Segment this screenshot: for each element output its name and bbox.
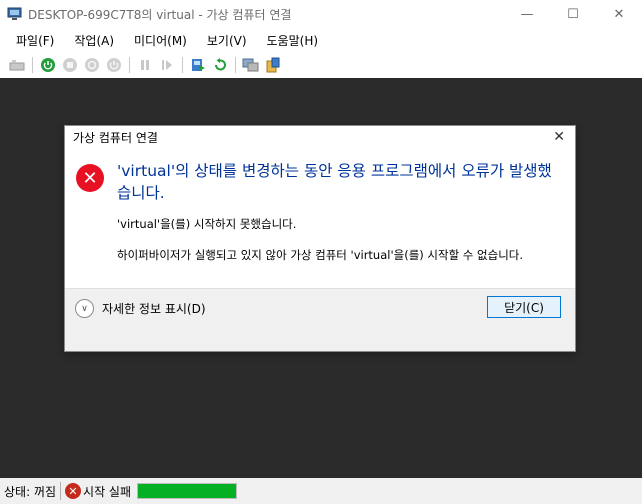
enhanced-session-icon[interactable] [242,56,260,74]
save-icon[interactable] [105,56,123,74]
error-detail: 하이퍼바이저가 실행되고 있지 않아 가상 컴퓨터 'virtual'을(를) … [117,248,524,262]
pause-icon[interactable] [136,56,154,74]
shut-down-icon[interactable] [83,56,101,74]
dialog-footer: ∨ 자세한 정보 표시(D) 닫기(C) [65,288,575,351]
menu-file[interactable]: 파일(F) [6,32,64,49]
show-details-label: 자세한 정보 표시(D) [102,302,206,316]
status-bar: 상태: 꺼짐 ✕ 시작 실패 [0,478,642,504]
vm-state: 상태: 꺼짐 [4,484,57,499]
dialog-close-icon[interactable]: ✕ [553,129,565,145]
share-icon[interactable] [264,56,282,74]
toolbar-separator [129,57,130,73]
close-button[interactable]: 닫기(C) [487,296,561,318]
turn-off-icon[interactable] [61,56,79,74]
maximize-button[interactable]: ☐ [550,0,596,28]
toolbar-separator [32,57,33,73]
title-bar: DESKTOP-699C7T8의 virtual - 가상 컴퓨터 연결 — ☐… [0,0,642,28]
dialog-title: 가상 컴퓨터 연결 [73,130,158,145]
error-icon: ✕ [76,164,104,192]
error-message: 'virtual'을(를) 시작하지 못했습니다. [117,217,297,231]
main-instruction: 'virtual'의 상태를 변경하는 동안 응용 프로그램에서 오류가 발생했… [117,162,552,202]
reset-icon[interactable] [158,56,176,74]
window-title: DESKTOP-699C7T8의 virtual - 가상 컴퓨터 연결 [28,7,292,22]
menu-media[interactable]: 미디어(M) [124,32,197,49]
menu-view[interactable]: 보기(V) [197,32,257,49]
chevron-down-icon: ∨ [75,299,94,318]
status-separator [60,482,62,500]
menu-action[interactable]: 작업(A) [64,32,124,49]
revert-icon[interactable] [211,56,229,74]
menu-help[interactable]: 도움말(H) [257,32,329,49]
maximize-icon: ☐ [567,6,579,22]
close-window-button[interactable]: ✕ [596,0,642,28]
error-icon: ✕ [65,483,82,499]
menu-bar: 파일(F) 작업(A) 미디어(M) 보기(V) 도움말(H) [0,28,642,52]
minimize-icon: — [520,6,534,22]
progress-bar [137,483,238,499]
close-icon: ✕ [613,6,625,22]
toolbar-separator [235,57,236,73]
error-dialog: 가상 컴퓨터 연결 ✕ ✕ 'virtual'의 상태를 변경하는 동안 응용 … [64,125,576,352]
start-result: 시작 실패 [83,484,132,499]
toolbar [0,52,642,78]
show-details-expander[interactable]: ∨ 자세한 정보 표시(D) [75,299,206,318]
start-icon[interactable] [39,56,57,74]
toolbar-separator [182,57,183,73]
checkpoint-icon[interactable] [189,56,207,74]
vm-connect-app-icon [7,7,23,21]
ctrl-alt-del-icon[interactable] [8,56,26,74]
minimize-button[interactable]: — [504,0,550,28]
dialog-title-bar: 가상 컴퓨터 연결 ✕ [65,126,575,148]
